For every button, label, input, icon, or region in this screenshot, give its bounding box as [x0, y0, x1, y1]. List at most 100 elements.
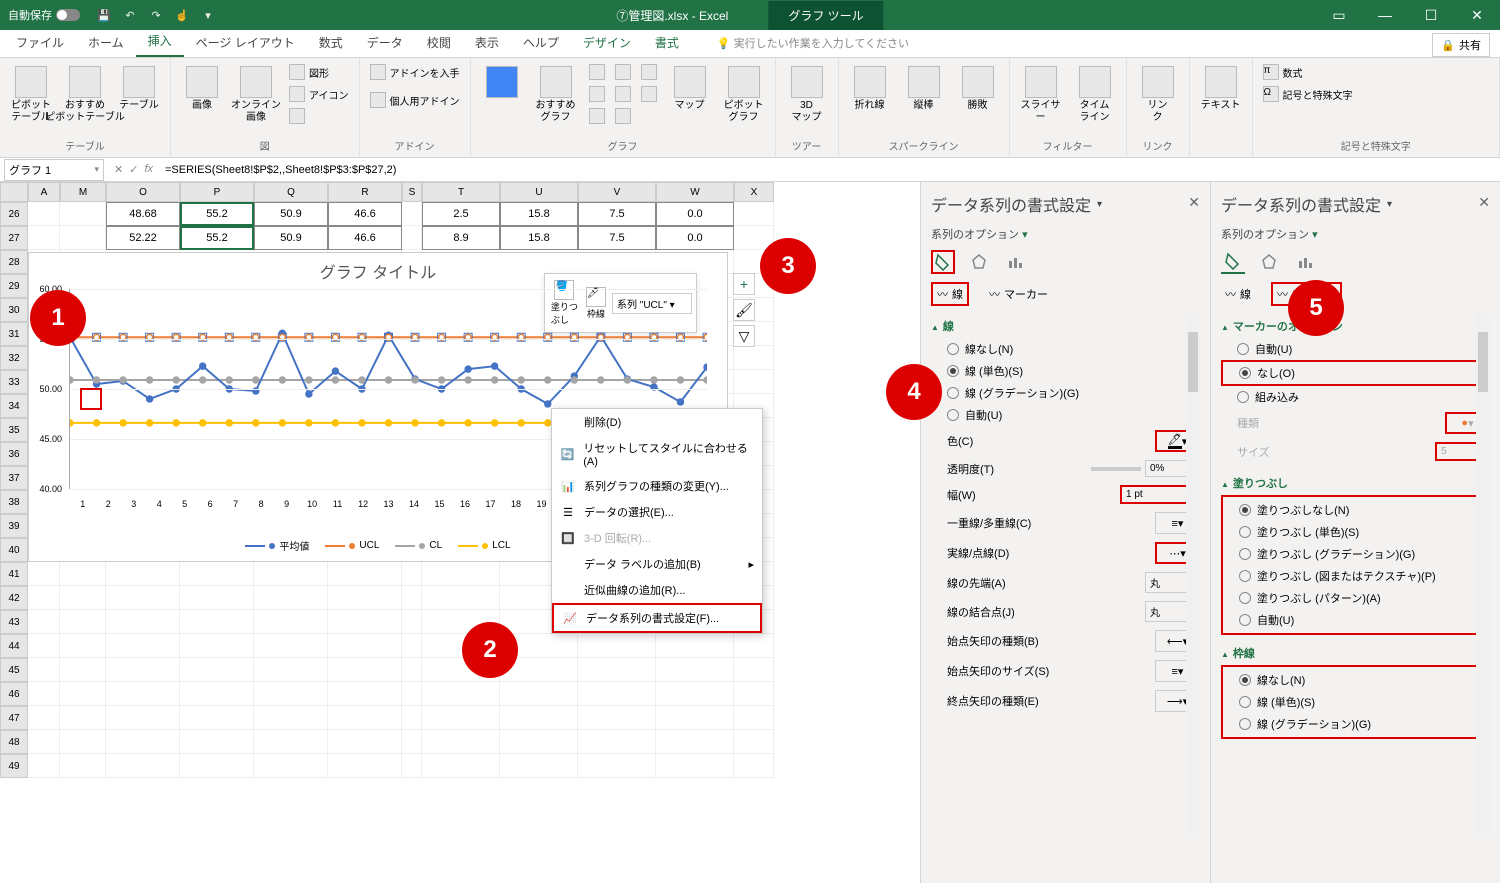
cell[interactable] — [28, 562, 60, 586]
tab-pagelayout[interactable]: ページ レイアウト — [184, 28, 307, 57]
cell[interactable] — [60, 730, 106, 754]
row-header[interactable]: 33 — [0, 370, 28, 394]
cell[interactable] — [106, 682, 180, 706]
formula-input[interactable]: =SERIES(Sheet8!$P$2,,Sheet8!$P$3:$P$27,2… — [159, 162, 1500, 178]
cell[interactable] — [734, 658, 774, 682]
cell[interactable] — [402, 634, 422, 658]
chart-bar-button[interactable] — [585, 62, 609, 82]
line-auto-radio[interactable]: 自動(U) — [931, 404, 1200, 426]
table-button[interactable]: テーブル — [114, 62, 164, 116]
row-header[interactable]: 38 — [0, 490, 28, 514]
row-header[interactable]: 44 — [0, 634, 28, 658]
legend-item[interactable]: 平均値 — [245, 538, 309, 553]
cell[interactable] — [60, 706, 106, 730]
cell[interactable] — [106, 706, 180, 730]
ctx-reset[interactable]: 🔄リセットしてスタイルに合わせる(A) — [552, 435, 762, 473]
column-header[interactable]: X — [734, 182, 774, 202]
cell[interactable] — [254, 634, 328, 658]
pivotchart-button[interactable]: ピボットグラフ — [719, 62, 769, 128]
cell[interactable]: 46.6 — [328, 226, 402, 250]
row-header[interactable]: 39 — [0, 514, 28, 538]
online-pic-button[interactable]: オンライン 画像 — [231, 62, 281, 128]
cell[interactable] — [254, 610, 328, 634]
tell-me-input[interactable]: 💡 実行したい作業を入力してください — [711, 29, 915, 57]
cell[interactable]: 7.5 — [578, 202, 656, 226]
border-grad-radio[interactable]: 線 (グラデーション)(G) — [1223, 713, 1488, 735]
cell[interactable] — [60, 634, 106, 658]
row-header[interactable]: 31 — [0, 322, 28, 346]
cell[interactable] — [500, 682, 578, 706]
cell[interactable] — [328, 634, 402, 658]
cell[interactable] — [28, 202, 60, 226]
cell[interactable] — [328, 682, 402, 706]
cell[interactable] — [254, 706, 328, 730]
fill-auto-radio[interactable]: 自動(U) — [1223, 609, 1488, 631]
row-header[interactable]: 34 — [0, 394, 28, 418]
cell[interactable] — [28, 754, 60, 778]
cell[interactable] — [254, 658, 328, 682]
chart-object[interactable]: グラフ タイトル 🪣塗りつ ぶし 🖊枠線 系列 "UCL" ▾ 60.0055.… — [28, 252, 728, 562]
row-header[interactable]: 32 — [0, 346, 28, 370]
enter-formula-icon[interactable]: ✓ — [129, 163, 138, 176]
cell[interactable] — [578, 658, 656, 682]
slicer-button[interactable]: スライサー — [1016, 62, 1066, 128]
column-header[interactable]: M — [60, 182, 106, 202]
series-options-tab-icon-2[interactable] — [1293, 250, 1317, 274]
chart-pie-button[interactable] — [637, 62, 661, 82]
cell[interactable]: 55.2 — [180, 202, 254, 226]
cell[interactable] — [402, 658, 422, 682]
cell[interactable] — [656, 706, 734, 730]
cell[interactable] — [578, 634, 656, 658]
tab-insert[interactable]: 挿入 — [136, 26, 184, 57]
cell[interactable] — [422, 754, 500, 778]
sparkline-col-button[interactable]: 縦棒 — [899, 62, 949, 116]
pane2-close-button[interactable]: ✕ — [1478, 194, 1490, 211]
cell[interactable] — [328, 754, 402, 778]
icons-button[interactable]: アイコン — [285, 84, 353, 104]
legend-item[interactable]: UCL — [325, 538, 379, 553]
cell[interactable] — [28, 610, 60, 634]
line-none-radio[interactable]: 線なし(N) — [931, 338, 1200, 360]
row-header[interactable]: 30 — [0, 298, 28, 322]
cell[interactable] — [180, 754, 254, 778]
cell[interactable] — [106, 730, 180, 754]
tab-view[interactable]: 表示 — [463, 28, 511, 57]
picture-button[interactable]: 画像 — [177, 62, 227, 116]
cell[interactable] — [60, 586, 106, 610]
cell[interactable] — [402, 202, 422, 226]
qat-more-icon[interactable]: ▾ — [200, 7, 216, 23]
cell[interactable] — [422, 730, 500, 754]
row-header[interactable]: 27 — [0, 226, 28, 250]
undo-icon[interactable]: ↶ — [122, 7, 138, 23]
pane-subtitle[interactable]: 系列のオプション ▾ — [931, 226, 1200, 242]
equation-button[interactable]: π数式 — [1259, 62, 1357, 82]
cell[interactable]: 15.8 — [500, 226, 578, 250]
cell[interactable] — [180, 730, 254, 754]
marker-none-radio[interactable]: なし(O) — [1221, 360, 1490, 386]
cell[interactable] — [60, 754, 106, 778]
column-header[interactable]: A — [28, 182, 60, 202]
cell[interactable]: 7.5 — [578, 226, 656, 250]
rec-pivot-button[interactable]: おすすめ ピボットテーブル — [60, 62, 110, 128]
cell[interactable] — [422, 706, 500, 730]
share-button[interactable]: 🔒 共有 — [1432, 33, 1490, 57]
cell[interactable] — [734, 202, 774, 226]
ctx-select-data[interactable]: ☰データの選択(E)... — [552, 499, 762, 525]
row-header[interactable]: 48 — [0, 730, 28, 754]
cell[interactable]: 0.0 — [656, 226, 734, 250]
cell[interactable] — [28, 226, 60, 250]
chart-line-button[interactable] — [611, 62, 635, 82]
ctx-add-labels[interactable]: データ ラベルの追加(B)▸ — [552, 551, 762, 577]
maximize-button[interactable]: ☐ — [1408, 0, 1454, 30]
column-header[interactable]: V — [578, 182, 656, 202]
cell[interactable] — [60, 658, 106, 682]
fill-grad-radio[interactable]: 塗りつぶし (グラデーション)(G) — [1223, 543, 1488, 565]
row-header[interactable]: 36 — [0, 442, 28, 466]
line-grad-radio[interactable]: 線 (グラデーション)(G) — [931, 382, 1200, 404]
cell[interactable] — [578, 730, 656, 754]
cell[interactable] — [656, 634, 734, 658]
cell[interactable] — [28, 634, 60, 658]
column-header[interactable]: O — [106, 182, 180, 202]
border-none-radio[interactable]: 線なし(N) — [1223, 669, 1488, 691]
cell[interactable]: 0.0 — [656, 202, 734, 226]
